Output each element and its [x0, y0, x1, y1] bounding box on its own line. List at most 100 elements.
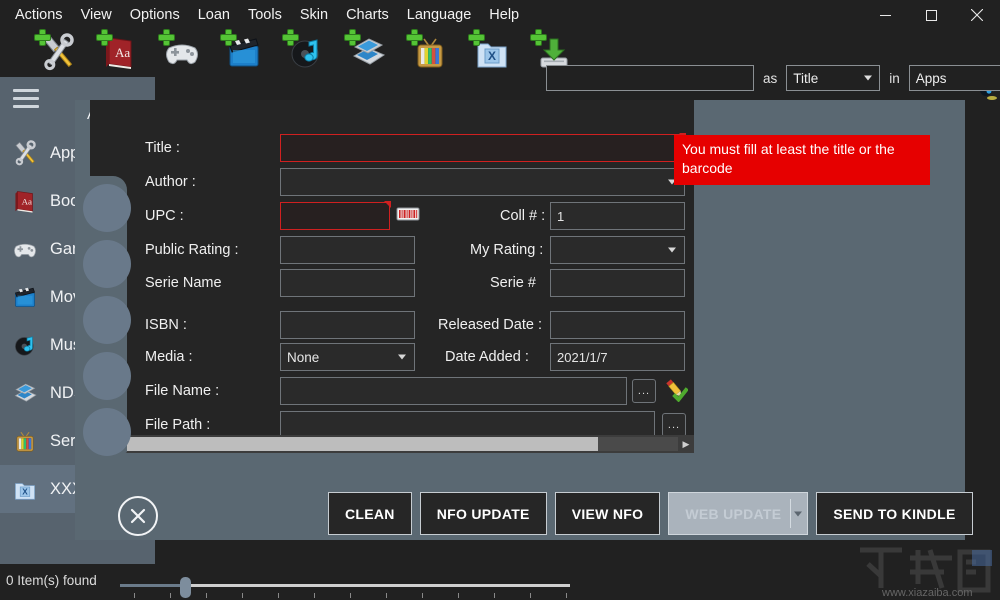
toolbar-add-movie-button[interactable] [220, 29, 266, 74]
svg-text:Aa: Aa [22, 196, 32, 206]
file-name-input[interactable] [280, 377, 627, 405]
plus-badge-icon [468, 29, 485, 46]
form-horizontal-scrollbar[interactable]: ◀ ▶ [90, 435, 694, 453]
menu-bar: Actions View Options Loan Tools Skin Cha… [0, 0, 1000, 29]
serie-number-label: Serie # [490, 275, 536, 291]
tab-bubble [83, 184, 131, 232]
serie-name-input[interactable] [280, 269, 415, 297]
toolbar-add-nds-button[interactable] [344, 29, 390, 74]
toolbar-add-xxx-button[interactable]: X [468, 29, 514, 74]
dialog-form-area: Title : Author : UPC : Coll #: 1 Public… [90, 100, 694, 453]
status-bar: 0 Item(s) found [0, 564, 1000, 600]
slider-filled [120, 584, 182, 587]
music-note-disc-icon [10, 330, 40, 360]
title-input[interactable] [280, 134, 685, 162]
toolbar-add-game-button[interactable] [158, 29, 204, 74]
file-path-label: File Path : [145, 417, 211, 433]
menu-actions[interactable]: Actions [6, 4, 72, 26]
menu-options[interactable]: Options [121, 4, 189, 26]
slider-tick [530, 593, 531, 598]
my-rating-select[interactable] [550, 236, 685, 264]
media-value: None [287, 349, 320, 365]
search-collection-select[interactable]: Apps [908, 65, 1000, 91]
minimize-button[interactable] [862, 0, 908, 30]
zoom-slider[interactable] [120, 577, 570, 599]
plus-badge-icon [96, 29, 113, 46]
author-select[interactable] [280, 168, 685, 196]
file-name-browse-button[interactable]: ... [632, 379, 656, 403]
plus-badge-icon [158, 29, 175, 46]
tab-bubble [83, 408, 131, 456]
close-circle-icon [130, 508, 146, 524]
serie-number-input[interactable] [550, 269, 685, 297]
send-to-kindle-button[interactable]: SEND TO KINDLE [816, 492, 973, 535]
file-name-label: File Name : [145, 383, 220, 399]
media-select[interactable]: None [280, 343, 415, 371]
plus-badge-icon [344, 29, 361, 46]
menu-loan[interactable]: Loan [189, 4, 239, 26]
web-update-button: WEB UPDATE [668, 492, 809, 535]
search-field-value: Title [793, 70, 819, 86]
scroll-right-icon[interactable]: ▶ [678, 435, 694, 453]
maximize-button[interactable] [908, 0, 954, 30]
search-input[interactable] [546, 65, 754, 91]
menu-view[interactable]: View [72, 4, 121, 26]
slider-tick [494, 593, 495, 598]
plus-badge-icon [406, 29, 423, 46]
toolbar-add-music-button[interactable] [283, 30, 328, 74]
menu-tools[interactable]: Tools [239, 4, 291, 26]
author-label: Author : [145, 174, 196, 190]
nfo-update-button[interactable]: NFO UPDATE [419, 492, 547, 535]
toolbar-add-apps-button[interactable] [35, 30, 80, 74]
hamburger-menu-icon[interactable] [13, 89, 39, 109]
slider-tick [350, 593, 351, 598]
tab-bubble [83, 296, 131, 344]
slider-tick [134, 593, 135, 598]
blue-x-folder-icon: X [10, 474, 40, 504]
file-path-browse-button[interactable]: ... [662, 413, 686, 437]
slider-tick [458, 593, 459, 598]
view-nfo-button[interactable]: VIEW NFO [554, 492, 661, 535]
clapperboard-icon [10, 282, 40, 312]
scrollbar-track[interactable] [106, 437, 678, 451]
isbn-input[interactable] [280, 311, 415, 339]
plus-badge-icon [220, 29, 237, 46]
toolbar-add-series-button[interactable] [406, 29, 452, 74]
tab-bubble [83, 240, 131, 288]
barcode-scanner-icon[interactable] [395, 201, 421, 227]
search-collection-value: Apps [915, 70, 947, 86]
clean-button[interactable]: CLEAN [328, 492, 412, 535]
released-date-input[interactable] [550, 311, 685, 339]
svg-text:Aa: Aa [115, 45, 130, 60]
scrollbar-thumb[interactable] [106, 437, 598, 451]
upc-input[interactable] [280, 202, 390, 230]
menu-skin[interactable]: Skin [291, 4, 337, 26]
dialog-close-button[interactable] [118, 496, 158, 536]
menu-language[interactable]: Language [398, 4, 481, 26]
minimize-icon [879, 14, 891, 16]
coll-label: Coll # : [500, 208, 546, 224]
search-field-select[interactable]: Title [786, 65, 881, 91]
tools-hammer-wrench-icon [10, 138, 40, 168]
tab-bubble [83, 352, 131, 400]
chevron-down-icon [398, 354, 406, 360]
my-rating-label: My Rating : [470, 242, 544, 258]
application-window: Aa Actions View Options Loan Tools Skin … [0, 0, 1000, 600]
search-area: as Title in Apps [546, 65, 1000, 91]
slider-ticks [120, 593, 570, 599]
television-icon [10, 426, 40, 456]
menu-charts[interactable]: Charts [337, 4, 398, 26]
pencil-edit-icon[interactable] [662, 376, 688, 402]
toolbar-buttons: Aa X [35, 29, 576, 74]
public-rating-input[interactable] [280, 236, 415, 264]
menu-help[interactable]: Help [480, 4, 528, 26]
title-label: Title : [145, 140, 180, 156]
gamepad-icon [10, 234, 40, 264]
field-error-marker [384, 201, 391, 208]
close-button[interactable] [954, 0, 1000, 30]
coll-input[interactable] [550, 202, 685, 230]
public-rating-label: Public Rating : [145, 242, 239, 258]
slider-tick [566, 593, 567, 598]
date-added-input[interactable] [550, 343, 685, 371]
toolbar-add-book-button[interactable]: Aa [96, 29, 142, 74]
